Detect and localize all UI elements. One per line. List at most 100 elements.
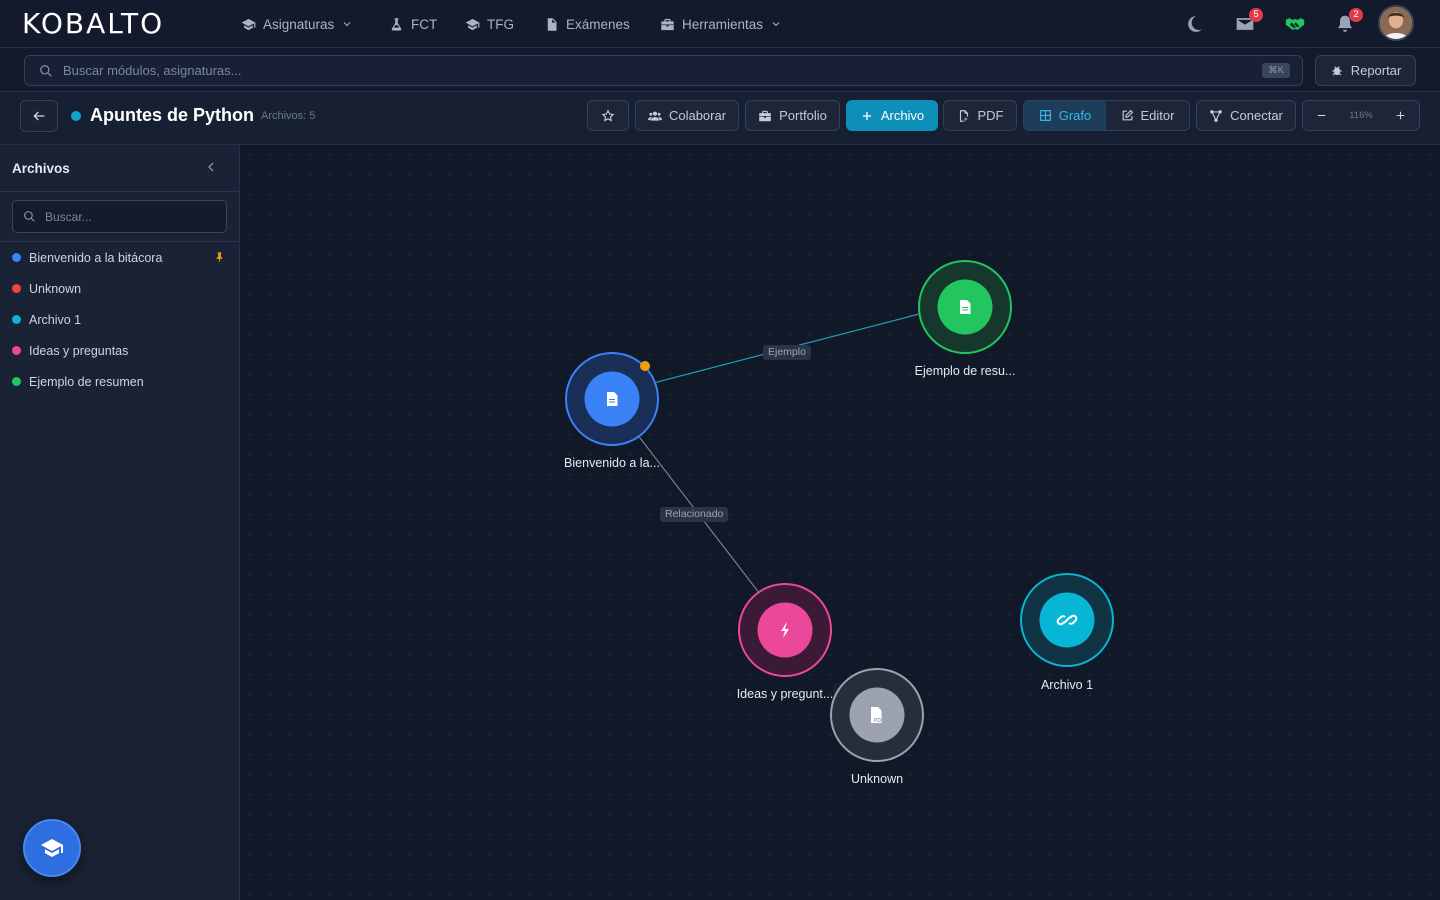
global-search[interactable]: ⌘K — [24, 55, 1303, 86]
document-icon — [607, 392, 618, 406]
zoom-in-icon[interactable] — [1394, 109, 1407, 122]
users-icon — [647, 111, 662, 121]
file-list: Bienvenido a la bitácora Unknown Archivo… — [0, 242, 239, 397]
user-avatar[interactable] — [1378, 5, 1414, 41]
note-color-dot — [71, 111, 81, 121]
zoom-out-icon[interactable] — [1315, 109, 1328, 122]
pin-icon[interactable] — [214, 251, 225, 263]
toolbox-icon — [661, 18, 674, 30]
tab-editor-view[interactable]: Editor — [1106, 101, 1189, 130]
file-label: Ideas y preguntas — [29, 343, 129, 358]
svg-text:PDF: PDF — [874, 718, 884, 724]
avatar-image — [1380, 7, 1412, 39]
sidebar-header: Archivos — [0, 145, 239, 192]
favorite-button[interactable] — [587, 100, 629, 131]
nav-label: Exámenes — [566, 16, 630, 32]
file-count: Archivos: 5 — [261, 110, 316, 122]
search-row: ⌘K Reportar — [0, 48, 1440, 92]
search-icon — [24, 211, 35, 222]
graduation-cap-icon — [241, 18, 256, 30]
file-color-dot — [12, 253, 21, 262]
collaborate-label: Colaborar — [668, 108, 727, 123]
brand-logo[interactable]: KOBALTO — [22, 8, 164, 40]
grid-icon — [1039, 110, 1051, 121]
file-search[interactable] — [12, 200, 227, 233]
node-label-archivo-1: Archivo 1 — [1040, 678, 1094, 692]
search-icon — [40, 64, 52, 77]
nav-tfg[interactable]: TFG — [465, 14, 514, 34]
file-item-bienvenido[interactable]: Bienvenido a la bitácora — [0, 242, 239, 273]
zoom-level: 116% — [1349, 110, 1373, 121]
chevron-down-icon — [343, 22, 351, 27]
file-item-ejemplo[interactable]: Ejemplo de resumen — [0, 366, 239, 397]
edge-label-relacionado: Relacionado — [660, 507, 729, 522]
nav-label: Asignaturas — [263, 16, 335, 32]
briefcase-icon — [759, 110, 771, 121]
collaboration-button[interactable] — [1283, 12, 1307, 36]
page-title: Apuntes de Python — [90, 105, 255, 125]
graph-svg: PDF — [565, 260, 1114, 762]
assistant-fab-button[interactable] — [23, 819, 81, 877]
sidebar-title: Archivos — [12, 161, 70, 176]
pdf-label: PDF — [977, 108, 1004, 123]
connect-button[interactable]: Conectar — [1196, 100, 1296, 131]
nav-label: TFG — [487, 16, 514, 32]
flask-icon — [391, 17, 402, 30]
nav-examenes[interactable]: Exámenes — [544, 14, 630, 34]
global-search-input[interactable] — [63, 63, 1213, 78]
top-navbar: KOBALTO Asignaturas FCT TFG Exámenes Her… — [0, 0, 1440, 48]
graph-node-ideas[interactable] — [738, 583, 832, 677]
dark-mode-toggle[interactable] — [1182, 12, 1206, 36]
collapse-sidebar-button[interactable] — [203, 159, 221, 177]
add-file-button[interactable]: Archivo — [846, 100, 938, 131]
graph-node-archivo-1[interactable] — [1020, 573, 1114, 667]
graph-node-unknown[interactable]: PDF — [830, 668, 924, 762]
notifications-button[interactable]: 2 — [1333, 8, 1363, 36]
file-item-archivo-1[interactable]: Archivo 1 — [0, 304, 239, 335]
collaborate-button[interactable]: Colaborar — [635, 100, 739, 131]
add-file-label: Archivo — [880, 108, 925, 123]
tab-graph-view[interactable]: Grafo — [1024, 101, 1106, 130]
nodes-icon — [1210, 109, 1222, 122]
document-icon — [547, 17, 557, 31]
star-icon — [601, 108, 615, 122]
handshake-icon — [1285, 18, 1305, 30]
pdf-button[interactable]: PDF — [943, 100, 1017, 131]
file-search-input[interactable] — [45, 209, 215, 224]
node-label-unknown: Unknown — [850, 772, 904, 786]
nav-fct[interactable]: FCT — [389, 14, 437, 34]
report-label: Reportar — [1350, 63, 1402, 78]
node-label-bienvenido: Bienvenido a la... — [564, 456, 660, 470]
file-color-dot — [12, 346, 21, 355]
graph-node-bienvenido[interactable] — [565, 352, 659, 446]
file-item-ideas[interactable]: Ideas y preguntas — [0, 335, 239, 366]
node-label-ejemplo: Ejemplo de resu... — [914, 364, 1016, 378]
nav-label: FCT — [411, 16, 438, 32]
node-label-ideas: Ideas y pregunt... — [736, 687, 834, 701]
notifications-badge: 2 — [1349, 8, 1363, 22]
files-sidebar: Archivos Bienvenido a la bitácora Unknow… — [0, 145, 240, 900]
edit-icon — [1122, 109, 1133, 121]
graph-node-ejemplo[interactable] — [918, 260, 1012, 354]
nav-label: Herramientas — [682, 16, 764, 32]
back-button[interactable] — [20, 100, 58, 132]
nav-herramientas[interactable]: Herramientas — [660, 14, 782, 34]
document-icon — [960, 300, 971, 314]
messages-button[interactable]: 5 — [1233, 8, 1263, 36]
graduation-cap-icon — [41, 839, 63, 857]
graph-canvas[interactable]: PDF Ejemplo Relacionado Bienvenido a la.… — [240, 145, 1440, 900]
messages-badge: 5 — [1249, 8, 1263, 22]
pdf-file-icon — [959, 109, 968, 122]
portfolio-button[interactable]: Portfolio — [745, 100, 840, 131]
report-button[interactable]: Reportar — [1315, 55, 1416, 86]
file-label: Unknown — [29, 281, 82, 296]
arrow-left-icon — [33, 111, 45, 121]
file-item-unknown[interactable]: Unknown — [0, 273, 239, 304]
file-label: Ejemplo de resumen — [29, 374, 144, 389]
edge-label-ejemplo: Ejemplo — [763, 345, 811, 360]
nav-asignaturas[interactable]: Asignaturas — [241, 14, 353, 34]
file-label: Archivo 1 — [29, 312, 82, 327]
graph-label: Grafo — [1058, 108, 1092, 123]
portfolio-label: Portfolio — [779, 108, 827, 123]
chevron-down-icon — [772, 22, 780, 27]
